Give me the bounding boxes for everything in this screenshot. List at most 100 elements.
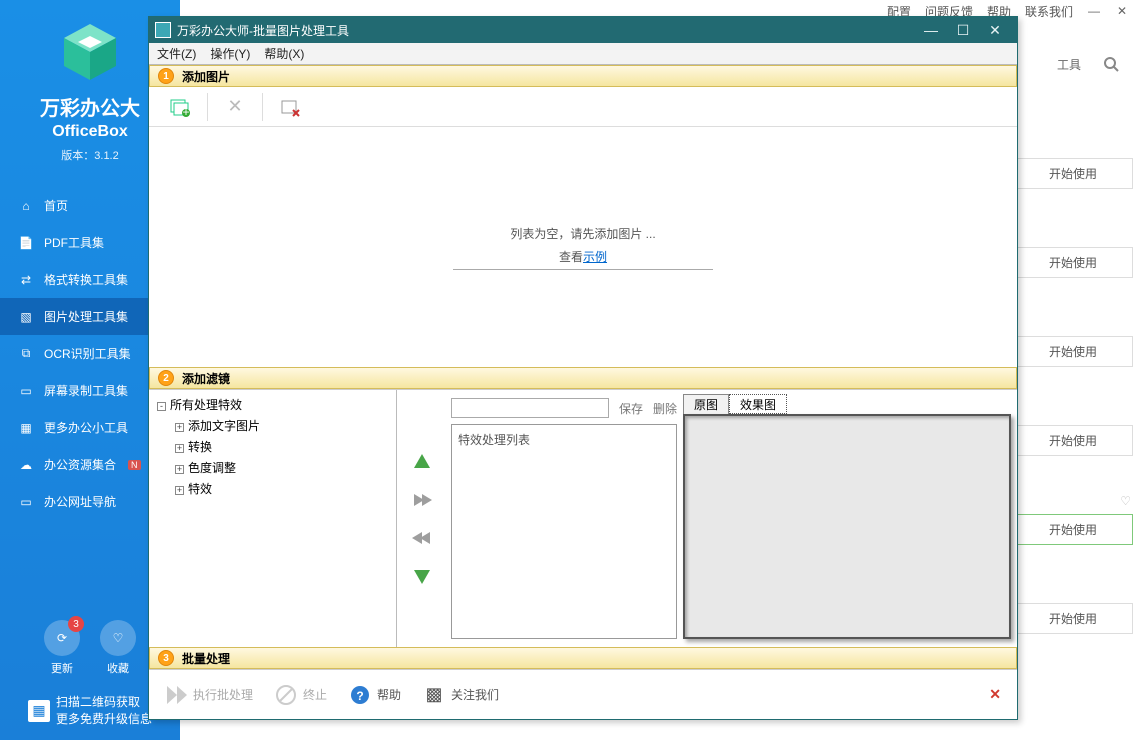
more-icon: ▦: [18, 420, 34, 436]
dialog-app-icon: [155, 22, 171, 38]
nav-label: 图片处理工具集: [44, 308, 128, 325]
tab-result[interactable]: 效果图: [729, 394, 787, 414]
play-icon: [165, 684, 187, 706]
qr-row[interactable]: ▦ 扫描二维码获取更多免费升级信息: [16, 688, 164, 740]
start-button-6[interactable]: 开始使用: [1013, 603, 1133, 634]
new-badge: N: [128, 460, 141, 470]
tree-item[interactable]: +色度调整: [151, 457, 394, 478]
stop-icon: [275, 684, 297, 706]
stop-button[interactable]: 终止: [275, 684, 327, 706]
step3-number-icon: 3: [158, 650, 174, 666]
links-icon: ▭: [18, 494, 34, 510]
preview-pane: 原图 效果图: [681, 390, 1017, 647]
favorite-label: 收藏: [100, 660, 136, 676]
add-image-button[interactable]: +: [161, 91, 199, 123]
remove-image-button[interactable]: ✕: [216, 91, 254, 123]
menu-help[interactable]: 帮助(X): [264, 45, 304, 62]
card-heart-icon[interactable]: ♡: [1120, 494, 1131, 508]
brand-en: OfficeBox: [52, 123, 128, 141]
divider: [453, 269, 713, 270]
footer-close-icon[interactable]: ✕: [989, 686, 1001, 703]
preview-box: [683, 414, 1011, 639]
update-button[interactable]: ⟳ 3: [44, 620, 80, 656]
add-filter-icon[interactable]: [410, 488, 434, 512]
filter-body: -所有处理特效 +添加文字图片 +转换 +色度调整 +特效 保存 删除 特效处理…: [149, 389, 1017, 647]
nav-label: 格式转换工具集: [44, 271, 128, 288]
delete-preset-link[interactable]: 删除: [653, 400, 677, 417]
tree-item[interactable]: +转换: [151, 436, 394, 457]
right-cards: 开始使用 开始使用 开始使用 开始使用 开始使用 开始使用: [1013, 50, 1133, 634]
dialog-minimize-icon[interactable]: —: [915, 17, 947, 43]
empty-image-area: 列表为空，请先添加图片 ... 查看示例: [149, 127, 1017, 367]
image-icon: ▧: [18, 309, 34, 325]
preset-combo[interactable]: [451, 398, 609, 418]
start-button-2[interactable]: 开始使用: [1013, 247, 1133, 278]
main-minimize-icon[interactable]: —: [1087, 4, 1101, 18]
home-icon: ⌂: [18, 198, 34, 214]
step2-header: 2 添加滤镜: [149, 367, 1017, 389]
nav-label: OCR识别工具集: [44, 345, 131, 362]
dialog-titlebar[interactable]: 万彩办公大师-批量图片处理工具 — ☐ ✕: [149, 17, 1017, 43]
nav-label: 办公网址导航: [44, 493, 116, 510]
dialog-menubar: 文件(Z) 操作(Y) 帮助(X): [149, 43, 1017, 65]
effects-list[interactable]: 特效处理列表: [451, 424, 677, 639]
view-example-row: 查看示例: [559, 248, 607, 265]
move-down-icon[interactable]: [410, 564, 434, 588]
filter-center: 保存 删除 特效处理列表: [447, 390, 681, 647]
help-button[interactable]: ? 帮助: [349, 684, 401, 706]
nav-label: 更多办公小工具: [44, 419, 128, 436]
resources-icon: ☁: [18, 457, 34, 473]
qr-icon: ▩: [423, 684, 445, 706]
main-close-icon[interactable]: ✕: [1115, 4, 1129, 18]
dialog-footer: 执行批处理 终止 ? 帮助 ▩ 关注我们 ✕: [149, 669, 1017, 719]
step1-number-icon: 1: [158, 68, 174, 84]
logo-cube-icon: [58, 20, 122, 84]
arrow-controls: [397, 390, 447, 647]
nav-label: PDF工具集: [44, 234, 104, 251]
qr-icon: ▦: [28, 700, 50, 722]
start-button-5[interactable]: 开始使用: [1013, 514, 1133, 545]
brand-cn: 万彩办公大: [40, 92, 140, 121]
remove-filter-icon[interactable]: [410, 526, 434, 550]
start-button-3[interactable]: 开始使用: [1013, 336, 1133, 367]
favorite-button[interactable]: ♡: [100, 620, 136, 656]
start-button-4[interactable]: 开始使用: [1013, 425, 1133, 456]
start-button-1[interactable]: 开始使用: [1013, 158, 1133, 189]
logo: 万彩办公大 OfficeBox 版本：3.1.2: [40, 20, 140, 163]
update-badge: 3: [68, 616, 84, 632]
dialog-close-icon[interactable]: ✕: [979, 17, 1011, 43]
step1-toolbar: + ✕: [149, 87, 1017, 127]
step3-title: 批量处理: [182, 650, 230, 667]
tree-item[interactable]: +特效: [151, 478, 394, 499]
pdf-icon: 📄: [18, 235, 34, 251]
tab-original[interactable]: 原图: [683, 394, 729, 414]
example-link[interactable]: 示例: [583, 250, 607, 264]
filter-tree[interactable]: -所有处理特效 +添加文字图片 +转换 +色度调整 +特效: [149, 390, 397, 647]
dialog-title: 万彩办公大师-批量图片处理工具: [177, 22, 349, 39]
run-batch-button[interactable]: 执行批处理: [165, 684, 253, 706]
menu-contact[interactable]: 联系我们: [1025, 3, 1073, 20]
step3-header: 3 批量处理: [149, 647, 1017, 669]
dialog-maximize-icon[interactable]: ☐: [947, 17, 979, 43]
heart-icon: ♡: [113, 631, 124, 645]
save-preset-link[interactable]: 保存: [619, 400, 643, 417]
tree-item[interactable]: +添加文字图片: [151, 415, 394, 436]
menu-file[interactable]: 文件(Z): [157, 45, 196, 62]
svg-text:?: ?: [356, 689, 363, 703]
step1-header: 1 添加图片: [149, 65, 1017, 87]
convert-icon: ⇄: [18, 272, 34, 288]
qr-text: 扫描二维码获取更多免费升级信息: [56, 694, 152, 728]
nav-label: 屏幕录制工具集: [44, 382, 128, 399]
nav-label: 首页: [44, 197, 68, 214]
record-icon: ▭: [18, 383, 34, 399]
ocr-icon: ⧉: [18, 346, 34, 362]
move-up-icon[interactable]: [410, 450, 434, 474]
svg-text:+: +: [182, 105, 189, 118]
follow-button[interactable]: ▩ 关注我们: [423, 684, 499, 706]
empty-hint: 列表为空，请先添加图片 ...: [510, 225, 655, 242]
tree-root[interactable]: -所有处理特效: [151, 394, 394, 415]
step2-title: 添加滤镜: [182, 370, 230, 387]
menu-ops[interactable]: 操作(Y): [210, 45, 250, 62]
step2-number-icon: 2: [158, 370, 174, 386]
clear-images-button[interactable]: [271, 91, 309, 123]
